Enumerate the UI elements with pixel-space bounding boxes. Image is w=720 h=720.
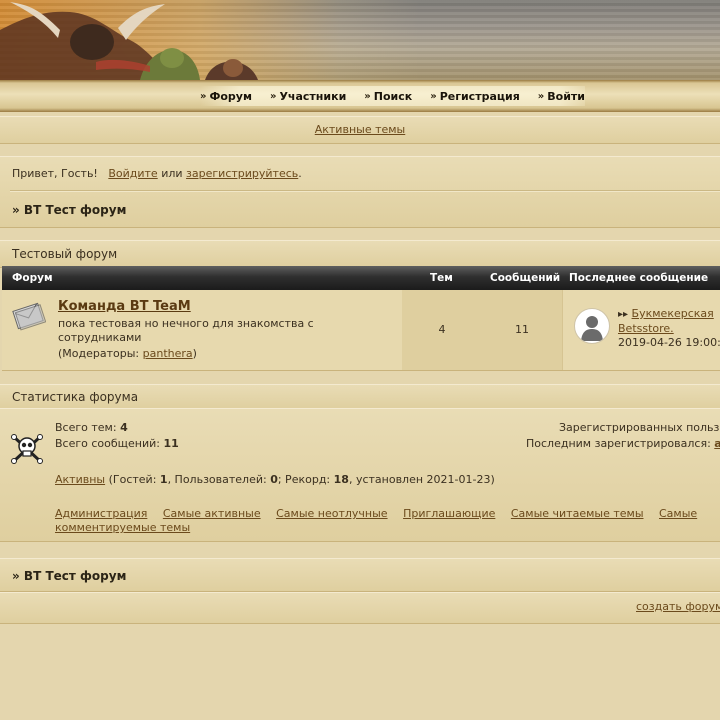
guests-value: 1	[159, 473, 168, 486]
stats-links: Администрация Самые активные Самые неотл…	[55, 507, 705, 535]
skull-crossbones-icon	[11, 434, 43, 464]
login-link[interactable]: Войдите	[108, 167, 157, 180]
double-chevron-icon: »	[200, 90, 207, 102]
user-silhouette-icon	[581, 316, 603, 341]
stats-panel: Всего тем: 4 Всего сообщений: 11 Зарегис…	[0, 408, 720, 542]
divider	[10, 190, 720, 192]
banner-artwork	[0, 2, 258, 80]
footer-breadcrumb[interactable]: » BT Тест форум	[12, 569, 126, 583]
moderators-prefix: (Модераторы:	[58, 347, 140, 360]
nav-item-label: Форум	[209, 89, 252, 103]
link-most-read-topics[interactable]: Самые читаемые темы	[511, 507, 644, 520]
column-header-topics: Тем	[430, 272, 453, 284]
double-chevron-icon: »	[269, 90, 277, 102]
link-inviters[interactable]: Приглашающие	[403, 507, 495, 520]
column-header-posts: Сообщений	[490, 272, 561, 284]
active-topics-link[interactable]: Активные темы	[315, 123, 406, 136]
last-post-link[interactable]: Букмекерская	[632, 307, 714, 320]
greeting-text: Привет, Гость!	[12, 167, 98, 180]
moderators-suffix: )	[192, 347, 197, 360]
registered-users: Зарегистрированных польз	[559, 421, 720, 434]
record-label: ; Рекорд:	[277, 473, 331, 486]
nav-item-label: Участники	[279, 89, 347, 103]
greeting-or: или	[161, 167, 183, 180]
avatar[interactable]	[574, 308, 610, 344]
envelope-icon	[12, 302, 46, 331]
forum-status-cell	[2, 290, 54, 370]
link-most-active[interactable]: Самые активные	[163, 507, 261, 520]
nav-item-label: Поиск	[373, 89, 413, 103]
nav-item-search[interactable]: » Поиск	[364, 90, 412, 103]
footer-bar: создать форум	[0, 592, 720, 624]
nav-item-label: Войти	[547, 89, 585, 103]
nav-item-users[interactable]: » Участники	[270, 90, 346, 103]
users-label: , Пользователей:	[167, 473, 267, 486]
forum-info-cell: Команда BT TeaM пока тестовая но нечного…	[54, 290, 403, 370]
record-date: , установлен 2021-01-23)	[348, 473, 495, 486]
total-posts-label: Всего сообщений:	[55, 437, 160, 450]
total-posts: Всего сообщений: 11	[55, 437, 179, 450]
last-post-title: ▸▸ Букмекерская	[618, 307, 714, 320]
double-chevron-icon: »	[430, 90, 437, 102]
forum-table-header: Форум Тем Сообщений Последнее сообщение	[2, 266, 720, 290]
footer-breadcrumb-bar: » BT Тест форум	[0, 558, 720, 592]
online-link[interactable]: Активны	[55, 473, 105, 486]
nav-item-label: Регистрация	[439, 89, 520, 103]
forum-name-link[interactable]: Команда BT TeaM	[58, 299, 191, 314]
forum-last-post-cell: ▸▸ Букмекерская Betsstore. 2019-04-26 19…	[562, 290, 720, 370]
forum-moderators: (Модераторы: panthera)	[58, 347, 197, 360]
nav-item-login[interactable]: » Войти	[538, 90, 585, 103]
header-banner	[0, 0, 720, 80]
total-topics-value: 4	[120, 421, 128, 434]
link-most-present[interactable]: Самые неотлучные	[276, 507, 387, 520]
main-nav: » Форум » Участники » Поиск » Регистраци…	[0, 80, 720, 112]
online-stats: Активны (Гостей: 1, Пользователей: 0; Ре…	[55, 473, 495, 486]
total-topics: Всего тем: 4	[55, 421, 128, 434]
last-post-link-cont[interactable]: Betsstore.	[618, 322, 674, 335]
last-registered: Последним зарегистрировался: a	[526, 437, 720, 450]
guest-panel: Привет, Гость! Войдите или зарегистрируй…	[0, 156, 720, 228]
nav-item-forum[interactable]: » Форум	[200, 90, 252, 103]
total-topics-label: Всего тем:	[55, 421, 117, 434]
last-post-title-cont: Betsstore.	[618, 322, 674, 335]
moderator-link[interactable]: panthera	[143, 347, 193, 360]
guests-label: (Гостей:	[108, 473, 157, 486]
forum-row: Команда BT TeaM пока тестовая но нечного…	[2, 290, 720, 371]
forum-posts-count: 11	[482, 290, 563, 370]
nav-item-register[interactable]: » Регистрация	[430, 90, 520, 103]
forum-description: пока тестовая но нечного для знакомства …	[58, 317, 314, 344]
double-chevron-icon: »	[537, 90, 545, 102]
nav-items: » Форум » Участники » Поиск » Регистраци…	[200, 86, 585, 106]
column-header-last-post: Последнее сообщение	[569, 272, 709, 284]
users-value: 0	[270, 473, 278, 486]
double-chevron-icon: »	[364, 90, 371, 102]
breadcrumb[interactable]: » BT Тест форум	[12, 203, 126, 217]
stats-title: Статистика форума	[0, 384, 720, 410]
total-posts-value: 11	[163, 437, 179, 450]
last-registered-label: Последним зарегистрировался:	[526, 437, 711, 450]
goto-last-post-icon[interactable]: ▸▸	[618, 309, 628, 320]
create-forum-link[interactable]: создать форум	[636, 600, 720, 613]
forum-topics-count: 4	[402, 290, 483, 370]
record-value: 18	[333, 473, 349, 486]
category-title: Тестовый форум	[0, 240, 720, 268]
register-link[interactable]: зарегистрируйтесь	[186, 167, 298, 180]
greeting: Привет, Гость! Войдите или зарегистрируй…	[12, 167, 302, 180]
last-post-date: 2019-04-26 19:00:	[618, 336, 720, 349]
greeting-suffix: .	[298, 167, 302, 180]
column-header-forum: Форум	[12, 272, 53, 284]
last-registered-user-link[interactable]: a	[714, 437, 720, 450]
link-administration[interactable]: Администрация	[55, 507, 147, 520]
active-topics-bar: Активные темы	[0, 116, 720, 144]
